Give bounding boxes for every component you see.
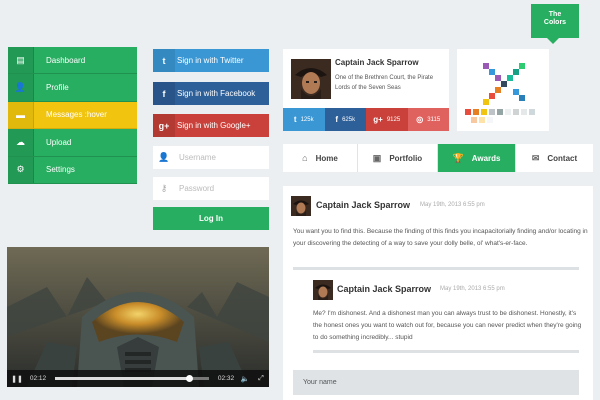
tab-portfolio[interactable]: ▣ Portfolio [358,144,438,172]
google-plus-icon: g+ [153,114,175,137]
google-plus-stat[interactable]: g+ 9125 [366,108,408,131]
comment-date: May 19th, 2013 6:55 pm [440,286,505,292]
profile-stats: t 125k f 625k g+ 9125 ◎ 3115 [283,108,449,131]
seek-handle[interactable] [185,375,193,382]
home-icon: ⌂ [302,153,308,163]
badge-line-2: Colors [543,19,567,26]
facebook-icon: f [335,115,339,124]
menu-item-profile[interactable]: 👤 Profile [8,74,137,102]
cloud-upload-icon: ☁ [8,129,34,156]
login-button[interactable]: Log In [153,207,269,230]
document-icon: ▤ [8,47,34,74]
tab-label: Awards [471,153,501,163]
twitter-icon: t [293,115,297,124]
fullscreen-icon[interactable]: ⤢ [253,375,269,383]
badge-line-1: The [548,11,562,18]
comment-author: Captain Jack Sparrow [337,284,432,294]
menu-item-label: Profile [46,83,69,93]
avatar [313,280,333,300]
tab-home[interactable]: ⌂ Home [283,144,358,172]
google-plus-icon: g+ [373,115,383,124]
current-time: 02:12 [29,375,47,382]
menu-item-dashboard[interactable]: ▤ Dashboard [8,47,137,75]
avatar [291,196,311,216]
stat-value: 3115 [427,116,441,123]
dribbble-icon: ◎ [416,115,424,124]
seek-bar[interactable] [55,375,209,382]
video-player[interactable]: ❚❚ 02:12 02:32 🔈 ⤢ [7,247,269,387]
twitter-stat[interactable]: t 125k [283,108,325,131]
the-colors-badge[interactable]: The Colors [531,4,579,44]
facebook-stat[interactable]: f 625k [324,108,366,131]
avatar [291,59,331,99]
username-field-wrapper: 👤 [153,146,269,169]
tab-contact[interactable]: ✉ Contact [516,144,593,172]
menu-item-messages[interactable]: ▬ Messages :hover [8,101,137,130]
tab-label: Contact [547,153,578,163]
menu-item-label: Messages :hover [46,110,107,120]
facebook-signin-button[interactable]: f Sign in with Facebook [153,82,269,105]
tab-label: Portfolio [389,153,423,163]
comment-text: Me? I'm dishonest. And a dishonest man y… [313,310,582,341]
profile-description: One of the Brethren Court, the Pirate Lo… [335,75,434,91]
stat-value: 125k [300,116,314,123]
stat-value: 9125 [386,116,401,123]
tab-label: Home [315,153,338,163]
envelope-icon: ✉ [531,152,540,163]
video-frame [7,247,269,387]
message-icon: ▬ [8,101,34,129]
user-icon: 👤 [158,152,170,162]
briefcase-icon: ▣ [372,152,382,163]
menu-item-label: Settings [46,165,75,175]
volume-icon[interactable]: 🔈 [237,375,253,383]
menu-item-upload[interactable]: ☁ Upload [8,129,137,157]
comment-text: You want you to find this. Because the f… [293,228,588,247]
stat-value: 625k [342,116,356,123]
menu-item-label: Upload [46,137,72,147]
password-input[interactable] [175,184,260,193]
comment-author: Captain Jack Sparrow [316,200,411,210]
comment-date: May 19th, 2013 6:55 pm [420,202,485,208]
dribbble-stat[interactable]: ◎ 3115 [407,108,449,131]
twitter-icon: t [153,49,175,72]
pause-icon[interactable]: ❚❚ [7,375,27,383]
comment-divider [313,350,579,353]
menu-item-label: Dashboard [46,55,86,65]
menu-item-settings[interactable]: ⚙ Settings [8,156,137,184]
video-controls: ❚❚ 02:12 02:32 🔈 ⤢ [7,370,269,387]
sidebar-menu: ▤ Dashboard 👤 Profile ▬ Messages :hover … [8,47,137,184]
key-icon: ⚷ [160,183,168,193]
user-icon: 👤 [8,74,34,101]
gear-icon: ⚙ [8,156,34,183]
button-label: Sign in with Facebook [177,89,256,98]
google-signin-button[interactable]: g+ Sign in with Google+ [153,114,269,137]
color-palette-widget [457,49,549,131]
tab-awards[interactable]: 🏆 Awards [438,144,516,172]
trophy-icon: 🏆 [452,152,464,163]
tab-bar: ⌂ Home ▣ Portfolio 🏆 Awards ✉ Contact [283,144,593,172]
profile-name: Captain Jack Sparrow [335,58,419,67]
total-time: 02:32 [217,375,235,382]
seek-progress [55,377,189,380]
comments-panel: Captain Jack Sparrow May 19th, 2013 6:55… [283,186,593,400]
color-swatches [465,63,535,123]
facebook-icon: f [153,82,175,105]
button-label: Sign in with Google+ [177,121,251,130]
comment-divider [293,267,579,270]
password-field-wrapper: ⚷ [153,177,269,200]
name-input[interactable] [293,370,579,395]
button-label: Sign in with Twitter [177,56,244,65]
badge-tail [547,38,559,44]
twitter-signin-button[interactable]: t Sign in with Twitter [153,49,269,72]
username-input[interactable] [175,153,260,162]
